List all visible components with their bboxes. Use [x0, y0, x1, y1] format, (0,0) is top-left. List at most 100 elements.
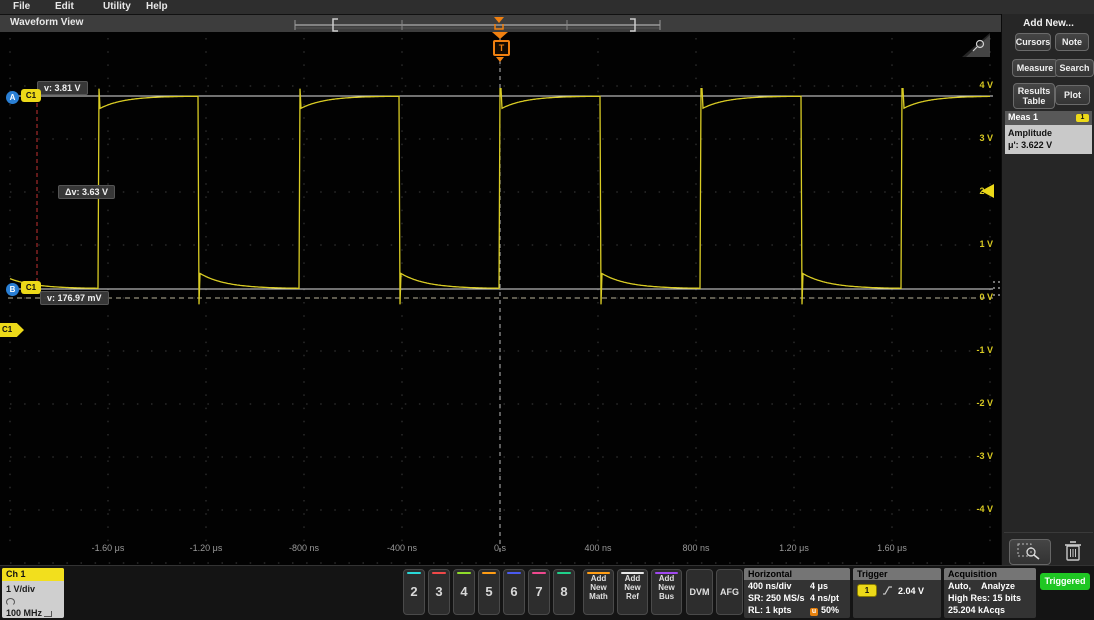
divider	[1004, 532, 1093, 533]
channel6-button[interactable]: 6	[503, 569, 525, 615]
y-tick-label: -1 V	[953, 345, 993, 355]
zoom-box-button[interactable]	[1009, 539, 1051, 565]
channel8-button[interactable]: 8	[553, 569, 575, 615]
cursor-b-badge[interactable]: B	[6, 283, 19, 296]
oscilloscope-app: File Edit Utility Help Waveform View -1.60 …	[0, 0, 1094, 620]
menu-file[interactable]: File	[13, 1, 30, 12]
x-tick-label: 800 ns	[666, 543, 726, 553]
horizontal-overview-ruler[interactable]	[0, 15, 1001, 32]
x-tick-label: -1.20 μs	[176, 543, 236, 553]
channel1-badge[interactable]: Ch 1 1 V/div 100 MHz	[2, 568, 64, 618]
x-tick-label: -400 ns	[372, 543, 432, 553]
meas1-body: Amplitude μ': 3.622 V	[1005, 125, 1092, 154]
y-tick-label: 0 V	[953, 292, 993, 302]
menu-edit[interactable]: Edit	[55, 1, 74, 12]
position-icon: u	[810, 608, 818, 616]
channel-color-stripe	[557, 572, 571, 574]
note-button[interactable]: Note	[1055, 33, 1089, 51]
add-new-title: Add New...	[1002, 18, 1094, 29]
meas1-badge[interactable]: Meas 1 1 Amplitude μ': 3.622 V	[1005, 111, 1092, 154]
cursor-b-readout: v: 176.97 mV	[40, 291, 109, 305]
meas1-source-badge: 1	[1076, 114, 1089, 122]
channel1-bandwidth: 100 MHz	[6, 608, 42, 618]
rising-slope-icon	[882, 585, 893, 596]
zoom-box-icon	[1017, 543, 1043, 561]
acquisition-count: 25.204 kAcqs	[944, 604, 1036, 616]
trash-button[interactable]	[1064, 540, 1082, 567]
waveform-view-tab-bar: Waveform View	[0, 15, 1001, 32]
cursors-button[interactable]: Cursors	[1015, 33, 1051, 51]
cursor-delta-readout: Δv: 3.63 V	[58, 185, 115, 199]
search-button[interactable]: Search	[1055, 59, 1094, 77]
y-tick-label: 3 V	[953, 133, 993, 143]
y-tick-label: -4 V	[953, 504, 993, 514]
x-tick-label: 1.60 μs	[862, 543, 922, 553]
trigger-flag[interactable]: T	[493, 40, 510, 56]
x-tick-label: 1.20 μs	[764, 543, 824, 553]
menu-bar: File Edit Utility Help	[0, 0, 1094, 15]
meas1-header: Meas 1 1	[1005, 111, 1092, 125]
results-table-button[interactable]: Results Table	[1013, 83, 1055, 109]
acquisition-analyze: Analyze	[981, 580, 1015, 592]
waveform-canvas	[0, 32, 1001, 565]
ch1-waveform-trace	[10, 89, 990, 305]
cursor-b-channel-badge[interactable]: C1	[21, 281, 41, 294]
settings-bar: Ch 1 1 V/div 100 MHz 2345678AddNewMathAd…	[0, 565, 1094, 620]
add-new-ref-button[interactable]: AddNewRef	[617, 569, 648, 615]
add-new-bus-button[interactable]: AddNewBus	[651, 569, 682, 615]
y-tick-label: -2 V	[953, 398, 993, 408]
measure-button[interactable]: Measure	[1012, 59, 1058, 77]
afg-button[interactable]: AFG	[716, 569, 743, 615]
ruler-trigger-marker	[494, 17, 504, 23]
waveform-view-tab[interactable]: Waveform View	[10, 17, 83, 28]
x-tick-label: -800 ns	[274, 543, 334, 553]
dvm-button[interactable]: DVM	[686, 569, 713, 615]
channel7-button[interactable]: 7	[528, 569, 550, 615]
trigger-flag-arrow-icon	[492, 32, 508, 39]
menu-help[interactable]: Help	[146, 1, 168, 12]
channel-color-stripe	[507, 572, 521, 574]
acquisition-mode: Auto,	[948, 580, 971, 592]
channel-color-stripe	[532, 572, 546, 574]
probe-icon	[6, 598, 15, 606]
channel1-scale: 1 V/div	[6, 583, 64, 595]
zoom-corner-button[interactable]	[962, 33, 990, 57]
horizontal-scale: 400 ns/div	[748, 580, 810, 592]
channel2-button[interactable]: 2	[403, 569, 425, 615]
cursor-a-channel-badge[interactable]: C1	[21, 89, 41, 102]
bandwidth-icon	[44, 611, 52, 617]
acquisition-badge[interactable]: Acquisition Auto,Analyze High Res: 15 bi…	[944, 568, 1036, 618]
channel-color-stripe	[432, 572, 446, 574]
channel-color-stripe	[407, 572, 421, 574]
plot-button[interactable]: Plot	[1055, 85, 1090, 105]
y-tick-label: 4 V	[953, 80, 993, 90]
cursor-a-badge[interactable]: A	[6, 91, 19, 104]
trigger-level: 2.04 V	[898, 585, 924, 597]
horizontal-window: 4 μs	[810, 580, 828, 592]
channel4-button[interactable]: 4	[453, 569, 475, 615]
trigger-status-indicator: Triggered	[1040, 573, 1090, 590]
trigger-badge[interactable]: Trigger 1 2.04 V	[853, 568, 941, 618]
record-length: RL: 1 kpts	[748, 604, 810, 616]
horizontal-position: 50%	[821, 605, 839, 615]
channel3-button[interactable]: 3	[428, 569, 450, 615]
panel-drag-handle[interactable]	[993, 281, 1001, 299]
channel5-button[interactable]: 5	[478, 569, 500, 615]
horizontal-badge[interactable]: Horizontal 400 ns/div4 μs SR: 250 MS/s4 …	[744, 568, 850, 618]
trash-icon	[1064, 540, 1082, 562]
add-new-math-button[interactable]: AddNewMath	[583, 569, 614, 615]
results-bar: Add New... CursorsNote MeasureSearchResul…	[1001, 14, 1094, 565]
x-tick-label: 0 s	[470, 543, 530, 553]
trigger-level-arrow[interactable]	[981, 184, 994, 198]
meas1-type: Amplitude	[1008, 127, 1089, 139]
acquisition-resolution: High Res: 15 bits	[944, 592, 1036, 604]
channel-color-stripe	[482, 572, 496, 574]
meas1-mean: μ': 3.622 V	[1008, 139, 1089, 151]
waveform-plot[interactable]: -1.60 μs-1.20 μs-800 ns-400 ns0 s400 ns8…	[0, 32, 1001, 565]
trigger-source-badge: 1	[857, 584, 877, 597]
menu-utility[interactable]: Utility	[103, 1, 131, 12]
x-tick-label: -1.60 μs	[78, 543, 138, 553]
resolution: 4 ns/pt	[810, 592, 839, 604]
cursor-a-readout: v: 3.81 V	[37, 81, 88, 95]
channel1-name: Ch 1	[2, 568, 64, 581]
